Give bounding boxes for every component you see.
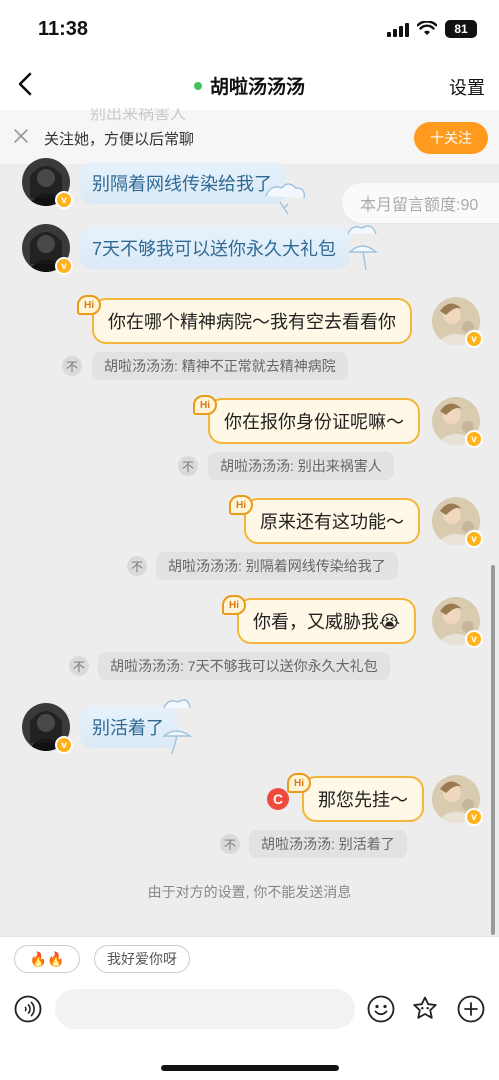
umbrella-cloud-icon (347, 225, 378, 271)
quote-icon: 不 (69, 656, 89, 676)
message-text: 7天不够我可以送你永久大礼包 (92, 239, 337, 259)
message-text: 原来还有这功能～ (260, 512, 404, 532)
quoted-message[interactable]: 胡啦汤汤汤: 精神不正常就去精神病院 (92, 352, 348, 380)
my-avatar[interactable]: v (432, 597, 483, 648)
my-avatar[interactable]: v (432, 397, 483, 448)
quick-reply-chip[interactable]: 🔥🔥 (14, 945, 80, 973)
message-input[interactable] (55, 989, 355, 1029)
outgoing-message-bubble[interactable]: 你在哪个精神病院～我有空去看看你 (92, 298, 412, 344)
my-avatar[interactable]: v (432, 497, 483, 548)
scrollbar[interactable] (491, 565, 495, 935)
follow-banner: 别出来祸害人 关注她，方便以后常聊 十关注 (0, 108, 499, 164)
verified-badge: v (55, 736, 73, 754)
verified-badge: v (465, 430, 483, 448)
incoming-message-bubble[interactable]: 别隔着网线传染给我了 (80, 162, 286, 204)
emoji-icon[interactable] (367, 995, 395, 1023)
resend-icon[interactable]: C (267, 788, 289, 810)
verified-badge: v (55, 257, 73, 275)
avatar[interactable]: v (22, 224, 73, 275)
message-text: 你在报你身份证呢嘛～ (224, 412, 404, 432)
verified-badge: v (465, 330, 483, 348)
message-quota-pill: 本月留言额度:90 (342, 183, 499, 223)
verified-badge: v (465, 530, 483, 548)
follow-prompt-text: 关注她，方便以后常聊 (44, 131, 195, 148)
status-time: 11:38 (38, 18, 89, 40)
chat-title-text: 胡啦汤汤汤 (209, 77, 305, 98)
avatar[interactable]: v (22, 158, 73, 209)
message-text: 别隔着网线传染给我了 (92, 174, 272, 194)
quoted-message[interactable]: 胡啦汤汤汤: 7天不够我可以送你永久大礼包 (98, 652, 390, 680)
hi-tag: Hi (287, 773, 311, 793)
incoming-message-bubble[interactable]: 7天不够我可以送你永久大礼包 (80, 227, 351, 269)
my-avatar[interactable]: v (432, 775, 483, 826)
bottom-input-area: 🔥🔥 我好爱你呀 (0, 936, 499, 1080)
outgoing-message-bubble[interactable]: 你看，又威胁我😭 (237, 598, 417, 644)
my-avatar[interactable]: v (432, 297, 483, 348)
umbrella-cloud-icon (162, 699, 193, 755)
close-icon[interactable] (12, 127, 30, 145)
quote-icon: 不 (220, 834, 240, 854)
message-text: 别活着了 (92, 718, 164, 738)
hi-tag: Hi (222, 595, 246, 615)
sticker-icon[interactable] (411, 995, 439, 1023)
follow-button[interactable]: 十关注 (414, 122, 488, 154)
nav-bar: 胡啦汤汤汤 设置 (0, 58, 499, 110)
ghost-message-row: 别出来祸害人 (20, 108, 280, 122)
status-bar: 11:38 81 (0, 0, 499, 58)
message-text: 那您先挂～ (318, 790, 408, 810)
outgoing-message-bubble[interactable]: 原来还有这功能～ (244, 498, 420, 544)
quoted-message[interactable]: 胡啦汤汤汤: 别隔着网线传染给我了 (156, 552, 398, 580)
quote-icon: 不 (127, 556, 147, 576)
quoted-message[interactable]: 胡啦汤汤汤: 别活着了 (249, 830, 407, 858)
signal-icon (387, 21, 409, 37)
verified-badge: v (465, 630, 483, 648)
quick-reply-chip[interactable]: 我好爱你呀 (94, 945, 190, 973)
hi-tag: Hi (77, 295, 101, 315)
wifi-icon (417, 21, 437, 35)
message-text: 你在哪个精神病院～我有空去看看你 (108, 312, 396, 332)
hi-tag: Hi (229, 495, 253, 515)
plus-icon[interactable] (457, 995, 485, 1023)
battery-indicator: 81 (445, 20, 477, 38)
umbrella-cloud-icon (265, 183, 306, 215)
chat-title: 胡啦汤汤汤 (0, 72, 499, 99)
home-indicator[interactable] (161, 1065, 339, 1071)
avatar[interactable]: v (22, 703, 73, 754)
outgoing-message-bubble[interactable]: 那您先挂～ (302, 776, 424, 822)
quote-icon: 不 (178, 456, 198, 476)
hi-tag: Hi (193, 395, 217, 415)
voice-icon[interactable] (14, 995, 42, 1023)
message-text: 你看，又威胁我😭 (253, 612, 401, 632)
online-status-dot (193, 81, 202, 90)
system-notice: 由于对方的设置, 你不能发送消息 (147, 884, 352, 900)
ghost-message-text: 别出来祸害人 (90, 108, 187, 122)
status-icons: 81 (387, 20, 477, 38)
verified-badge: v (465, 808, 483, 826)
outgoing-message-bubble[interactable]: 你在报你身份证呢嘛～ (208, 398, 420, 444)
settings-button[interactable]: 设置 (449, 74, 485, 100)
quoted-message[interactable]: 胡啦汤汤汤: 别出来祸害人 (208, 452, 394, 480)
verified-badge: v (55, 191, 73, 209)
quote-icon: 不 (62, 356, 82, 376)
